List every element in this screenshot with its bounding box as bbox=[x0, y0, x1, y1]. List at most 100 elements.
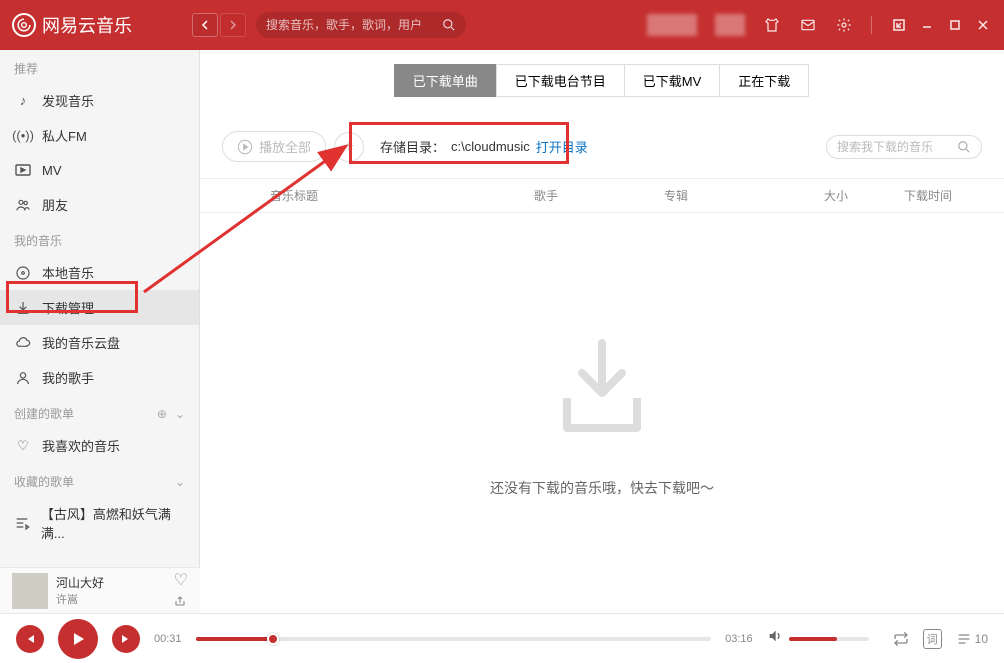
sidebar-item-fm[interactable]: ((•))私人FM bbox=[0, 118, 199, 153]
playlist-icon bbox=[14, 514, 31, 532]
forward-button[interactable] bbox=[220, 13, 246, 37]
prev-button[interactable] bbox=[16, 625, 44, 653]
col-title: 音乐标题 bbox=[260, 179, 524, 212]
player-bar: 00:31 03:16 词 10 bbox=[0, 613, 1004, 663]
toolbar: 播放全部 + 存储目录：c:\cloudmusic 打开目录 bbox=[200, 131, 1004, 162]
section-mymusic: 我的音乐 bbox=[0, 222, 199, 255]
user-icon bbox=[14, 369, 32, 387]
play-circle-icon bbox=[237, 139, 253, 155]
play-box-icon bbox=[14, 161, 32, 179]
progress-thumb[interactable] bbox=[267, 633, 279, 645]
sidebar-item-label: 我喜欢的音乐 bbox=[42, 436, 120, 455]
now-playing-bar[interactable]: 河山大好 许嵩 ♡ bbox=[0, 567, 200, 613]
sidebar-item-local[interactable]: 本地音乐 bbox=[0, 255, 199, 290]
gear-icon[interactable] bbox=[835, 16, 853, 34]
user-name[interactable] bbox=[715, 14, 745, 36]
sidebar-item-label: 发现音乐 bbox=[42, 91, 94, 110]
track-actions: ♡ bbox=[174, 570, 188, 612]
sidebar-item-label: 本地音乐 bbox=[42, 263, 94, 282]
user-avatar[interactable] bbox=[647, 14, 697, 36]
search-icon bbox=[957, 140, 971, 154]
app-title: 网易云音乐 bbox=[42, 12, 132, 38]
mail-icon[interactable] bbox=[799, 16, 817, 34]
sidebar-item-playlist[interactable]: 【古风】高燃和妖气满满... bbox=[0, 496, 199, 550]
col-artist: 歌手 bbox=[524, 179, 654, 212]
queue-icon[interactable]: 10 bbox=[956, 631, 988, 647]
volume-bar[interactable] bbox=[789, 637, 869, 641]
sidebar-item-cloud[interactable]: 我的音乐云盘 bbox=[0, 325, 199, 360]
loop-icon[interactable] bbox=[893, 631, 909, 647]
sidebar-item-label: 我的音乐云盘 bbox=[42, 333, 120, 352]
search-box[interactable] bbox=[256, 12, 466, 38]
next-button[interactable] bbox=[112, 625, 140, 653]
tab-radio[interactable]: 已下载电台节目 bbox=[496, 64, 625, 97]
download-empty-icon bbox=[542, 328, 662, 448]
title-bar: 网易云音乐 bbox=[0, 0, 1004, 50]
heart-icon[interactable]: ♡ bbox=[174, 570, 188, 590]
minimize-icon[interactable] bbox=[918, 16, 936, 34]
sidebar-item-label: 【古风】高燃和妖气满满... bbox=[41, 504, 185, 542]
empty-state: 还没有下载的音乐哦，快去下载吧～ bbox=[200, 213, 1004, 613]
chevron-down-icon[interactable]: ⌄ bbox=[175, 475, 185, 489]
download-search-input[interactable] bbox=[837, 140, 957, 154]
section-created[interactable]: 创建的歌单⊕⌄ bbox=[0, 395, 199, 428]
friends-icon bbox=[14, 196, 32, 214]
col-time: 下载时间 bbox=[894, 179, 1004, 212]
close-icon[interactable] bbox=[974, 16, 992, 34]
tab-downloading[interactable]: 正在下载 bbox=[719, 64, 809, 97]
table-header: 音乐标题 歌手 专辑 大小 下载时间 bbox=[200, 178, 1004, 213]
sidebar-item-label: 朋友 bbox=[42, 195, 68, 214]
track-name[interactable]: 河山大好 bbox=[56, 574, 104, 591]
sidebar-item-download[interactable]: 下载管理 bbox=[0, 290, 199, 325]
empty-text: 还没有下载的音乐哦，快去下载吧～ bbox=[490, 478, 714, 498]
search-input[interactable] bbox=[266, 18, 442, 32]
sidebar-item-favorite[interactable]: ♡ 我喜欢的音乐 bbox=[0, 428, 199, 463]
play-button[interactable] bbox=[58, 619, 98, 659]
open-dir-link[interactable]: 打开目录 bbox=[536, 137, 588, 156]
maximize-icon[interactable] bbox=[946, 16, 964, 34]
disc-icon bbox=[14, 264, 32, 282]
progress-fill bbox=[196, 637, 273, 641]
sidebar-item-label: 下载管理 bbox=[42, 298, 94, 317]
sidebar-item-label: MV bbox=[42, 163, 62, 178]
heart-icon: ♡ bbox=[14, 437, 32, 455]
lyrics-icon[interactable]: 词 bbox=[923, 629, 942, 649]
window-controls bbox=[890, 16, 992, 34]
mini-icon[interactable] bbox=[890, 16, 908, 34]
play-all-button[interactable]: 播放全部 bbox=[222, 131, 326, 162]
sidebar-item-friends[interactable]: 朋友 bbox=[0, 187, 199, 222]
tab-songs[interactable]: 已下载单曲 bbox=[394, 64, 497, 97]
section-recommend: 推荐 bbox=[0, 50, 199, 83]
download-tabs: 已下载单曲 已下载电台节目 已下载MV 正在下载 bbox=[200, 64, 1004, 97]
cloud-icon bbox=[14, 334, 32, 352]
sidebar-item-label: 私人FM bbox=[42, 126, 87, 145]
player-right: 词 10 bbox=[893, 629, 988, 649]
storage-info: 存储目录：c:\cloudmusic 打开目录 bbox=[380, 137, 588, 156]
add-button[interactable]: + bbox=[334, 132, 364, 162]
back-button[interactable] bbox=[192, 13, 218, 37]
add-playlist-icon[interactable]: ⊕ bbox=[157, 407, 167, 421]
section-collected[interactable]: 收藏的歌单⌄ bbox=[0, 463, 199, 496]
progress-bar[interactable] bbox=[196, 637, 712, 641]
album-cover[interactable] bbox=[12, 573, 48, 609]
download-search[interactable] bbox=[826, 135, 982, 159]
time-total: 03:16 bbox=[725, 633, 753, 645]
time-current: 00:31 bbox=[154, 633, 182, 645]
music-note-icon: ♪ bbox=[14, 92, 32, 110]
sidebar-item-mv[interactable]: MV bbox=[0, 153, 199, 187]
skin-icon[interactable] bbox=[763, 16, 781, 34]
nav-buttons bbox=[192, 13, 246, 37]
track-artist[interactable]: 许嵩 bbox=[56, 591, 104, 607]
sidebar-item-label: 我的歌手 bbox=[42, 368, 94, 387]
main-content: 已下载单曲 已下载电台节目 已下载MV 正在下载 播放全部 + 存储目录：c:\… bbox=[200, 50, 1004, 613]
col-index bbox=[200, 179, 260, 212]
tab-mv[interactable]: 已下载MV bbox=[624, 64, 721, 97]
col-size: 大小 bbox=[814, 179, 894, 212]
sidebar-item-discover[interactable]: ♪ 发现音乐 bbox=[0, 83, 199, 118]
share-icon[interactable] bbox=[174, 594, 188, 612]
storage-path: c:\cloudmusic bbox=[451, 139, 530, 154]
sidebar-item-artists[interactable]: 我的歌手 bbox=[0, 360, 199, 395]
speaker-icon[interactable] bbox=[767, 628, 783, 649]
chevron-down-icon[interactable]: ⌄ bbox=[175, 407, 185, 421]
app-logo: 网易云音乐 bbox=[12, 12, 132, 38]
